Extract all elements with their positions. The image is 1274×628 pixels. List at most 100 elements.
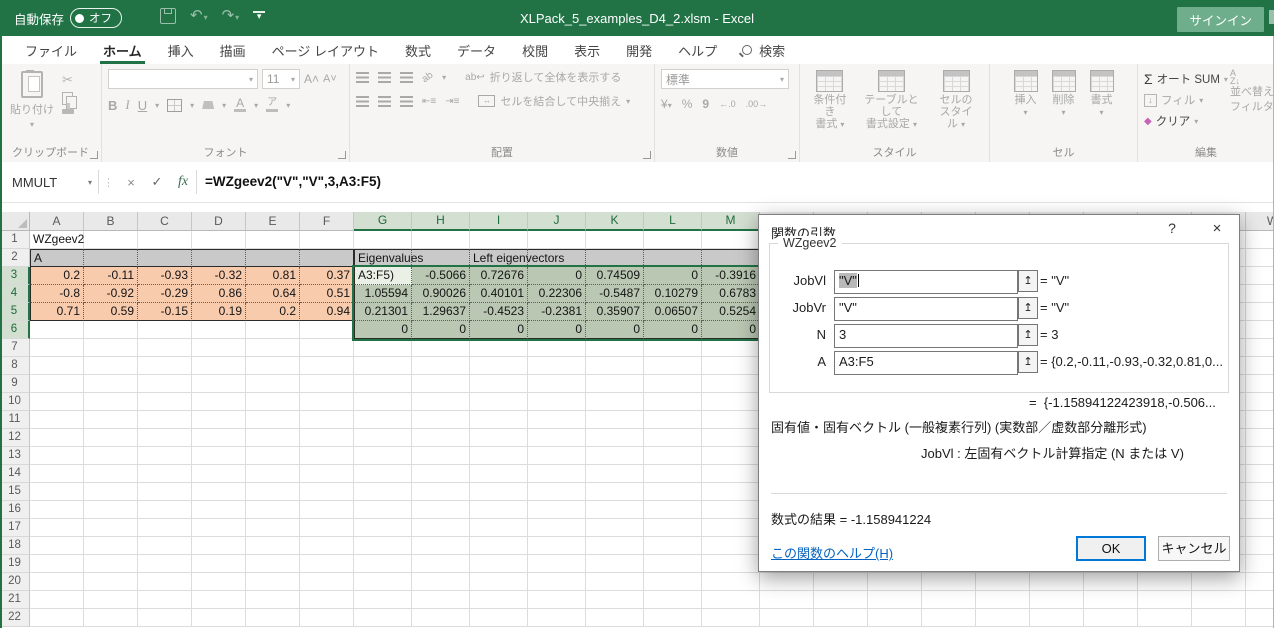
cell-D6[interactable] (192, 321, 246, 339)
cell-B7[interactable] (84, 339, 138, 357)
cell-L10[interactable] (644, 393, 702, 411)
insert-cells-button[interactable]: 挿入▾ (1009, 69, 1043, 120)
cell-K17[interactable] (586, 519, 644, 537)
cell-K7[interactable] (586, 339, 644, 357)
cell-U21[interactable] (1138, 591, 1192, 609)
cell-G13[interactable] (354, 447, 412, 465)
column-header-F[interactable]: F (300, 212, 354, 231)
row-header-18[interactable]: 18 (0, 537, 30, 555)
align-middle-icon[interactable] (378, 72, 391, 83)
currency-format-icon[interactable]: ¥▾ (661, 97, 672, 111)
cell-H22[interactable] (412, 609, 470, 627)
cell-G10[interactable] (354, 393, 412, 411)
dialog-close-icon[interactable]: × (1202, 220, 1232, 237)
cell-V20[interactable] (1192, 573, 1246, 591)
row-header-2[interactable]: 2 (0, 249, 30, 267)
cell-N21[interactable] (760, 591, 814, 609)
cell-G5[interactable]: 0.21301 (354, 303, 412, 321)
cell-A19[interactable] (30, 555, 84, 573)
cell-W8[interactable] (1246, 357, 1274, 375)
increase-indent-icon[interactable]: ⇥≡ (445, 96, 459, 107)
cell-B1[interactable] (84, 231, 138, 249)
cell-F14[interactable] (300, 465, 354, 483)
cell-E11[interactable] (246, 411, 300, 429)
cell-J14[interactable] (528, 465, 586, 483)
cell-G17[interactable] (354, 519, 412, 537)
align-top-icon[interactable] (356, 72, 369, 83)
cell-D22[interactable] (192, 609, 246, 627)
cell-G21[interactable] (354, 591, 412, 609)
cell-A13[interactable] (30, 447, 84, 465)
save-icon[interactable] (160, 8, 176, 24)
phonetic-icon[interactable]: ア (266, 98, 278, 112)
row-header-14[interactable]: 14 (0, 465, 30, 483)
cell-E10[interactable] (246, 393, 300, 411)
cell-F20[interactable] (300, 573, 354, 591)
argument-input-JobVl[interactable]: "V" (834, 270, 1018, 294)
cell-B21[interactable] (84, 591, 138, 609)
cell-H21[interactable] (412, 591, 470, 609)
cell-F21[interactable] (300, 591, 354, 609)
cell-L1[interactable] (644, 231, 702, 249)
cell-A5[interactable]: 0.71 (30, 303, 84, 321)
cell-A6[interactable] (30, 321, 84, 339)
collapse-dialog-icon[interactable]: ↥ (1018, 297, 1038, 319)
cell-W19[interactable] (1246, 555, 1274, 573)
cell-K14[interactable] (586, 465, 644, 483)
cell-M3[interactable]: -0.3916 (702, 267, 760, 285)
sign-in-button[interactable]: サインイン (1177, 7, 1264, 32)
cell-E1[interactable] (246, 231, 300, 249)
cell-M1[interactable] (702, 231, 760, 249)
cell-M12[interactable] (702, 429, 760, 447)
cell-E8[interactable] (246, 357, 300, 375)
cell-B2[interactable] (84, 249, 138, 267)
cell-E14[interactable] (246, 465, 300, 483)
cell-C15[interactable] (138, 483, 192, 501)
cell-C9[interactable] (138, 375, 192, 393)
cell-Q22[interactable] (922, 609, 976, 627)
undo-button[interactable]: ↶▾ (190, 6, 208, 25)
paste-button[interactable]: 貼り付け▾ (6, 69, 58, 131)
decrease-font-icon[interactable]: A˅ (323, 73, 337, 85)
cell-A4[interactable]: -0.8 (30, 285, 84, 303)
align-bottom-icon[interactable] (400, 72, 413, 83)
cell-L13[interactable] (644, 447, 702, 465)
cell-A11[interactable] (30, 411, 84, 429)
cell-F16[interactable] (300, 501, 354, 519)
cell-D21[interactable] (192, 591, 246, 609)
column-header-L[interactable]: L (644, 212, 702, 231)
cell-I3[interactable]: 0.72676 (470, 267, 528, 285)
cell-Q21[interactable] (922, 591, 976, 609)
cell-C16[interactable] (138, 501, 192, 519)
cell-I21[interactable] (470, 591, 528, 609)
cell-A3[interactable]: 0.2 (30, 267, 84, 285)
number-launcher-icon[interactable] (788, 151, 796, 159)
cell-M13[interactable] (702, 447, 760, 465)
cell-M18[interactable] (702, 537, 760, 555)
cell-H5[interactable]: 1.29637 (412, 303, 470, 321)
cell-W18[interactable] (1246, 537, 1274, 555)
cell-C21[interactable] (138, 591, 192, 609)
cell-N22[interactable] (760, 609, 814, 627)
cell-G1[interactable] (354, 231, 412, 249)
cell-J4[interactable]: 0.22306 (528, 285, 586, 303)
cell-I2[interactable]: Left eigenvectors (470, 249, 528, 267)
cell-E12[interactable] (246, 429, 300, 447)
delete-cells-button[interactable]: 削除▾ (1047, 69, 1081, 120)
cell-K1[interactable] (586, 231, 644, 249)
cut-icon[interactable]: ✂ (62, 72, 74, 88)
alignment-launcher-icon[interactable] (643, 151, 651, 159)
cell-L15[interactable] (644, 483, 702, 501)
cell-W20[interactable] (1246, 573, 1274, 591)
cell-H19[interactable] (412, 555, 470, 573)
align-left-icon[interactable] (356, 96, 369, 107)
cell-M21[interactable] (702, 591, 760, 609)
cell-M16[interactable] (702, 501, 760, 519)
cell-J9[interactable] (528, 375, 586, 393)
cell-D19[interactable] (192, 555, 246, 573)
cell-G11[interactable] (354, 411, 412, 429)
cell-C10[interactable] (138, 393, 192, 411)
cell-C17[interactable] (138, 519, 192, 537)
cell-B5[interactable]: 0.59 (84, 303, 138, 321)
cell-H7[interactable] (412, 339, 470, 357)
